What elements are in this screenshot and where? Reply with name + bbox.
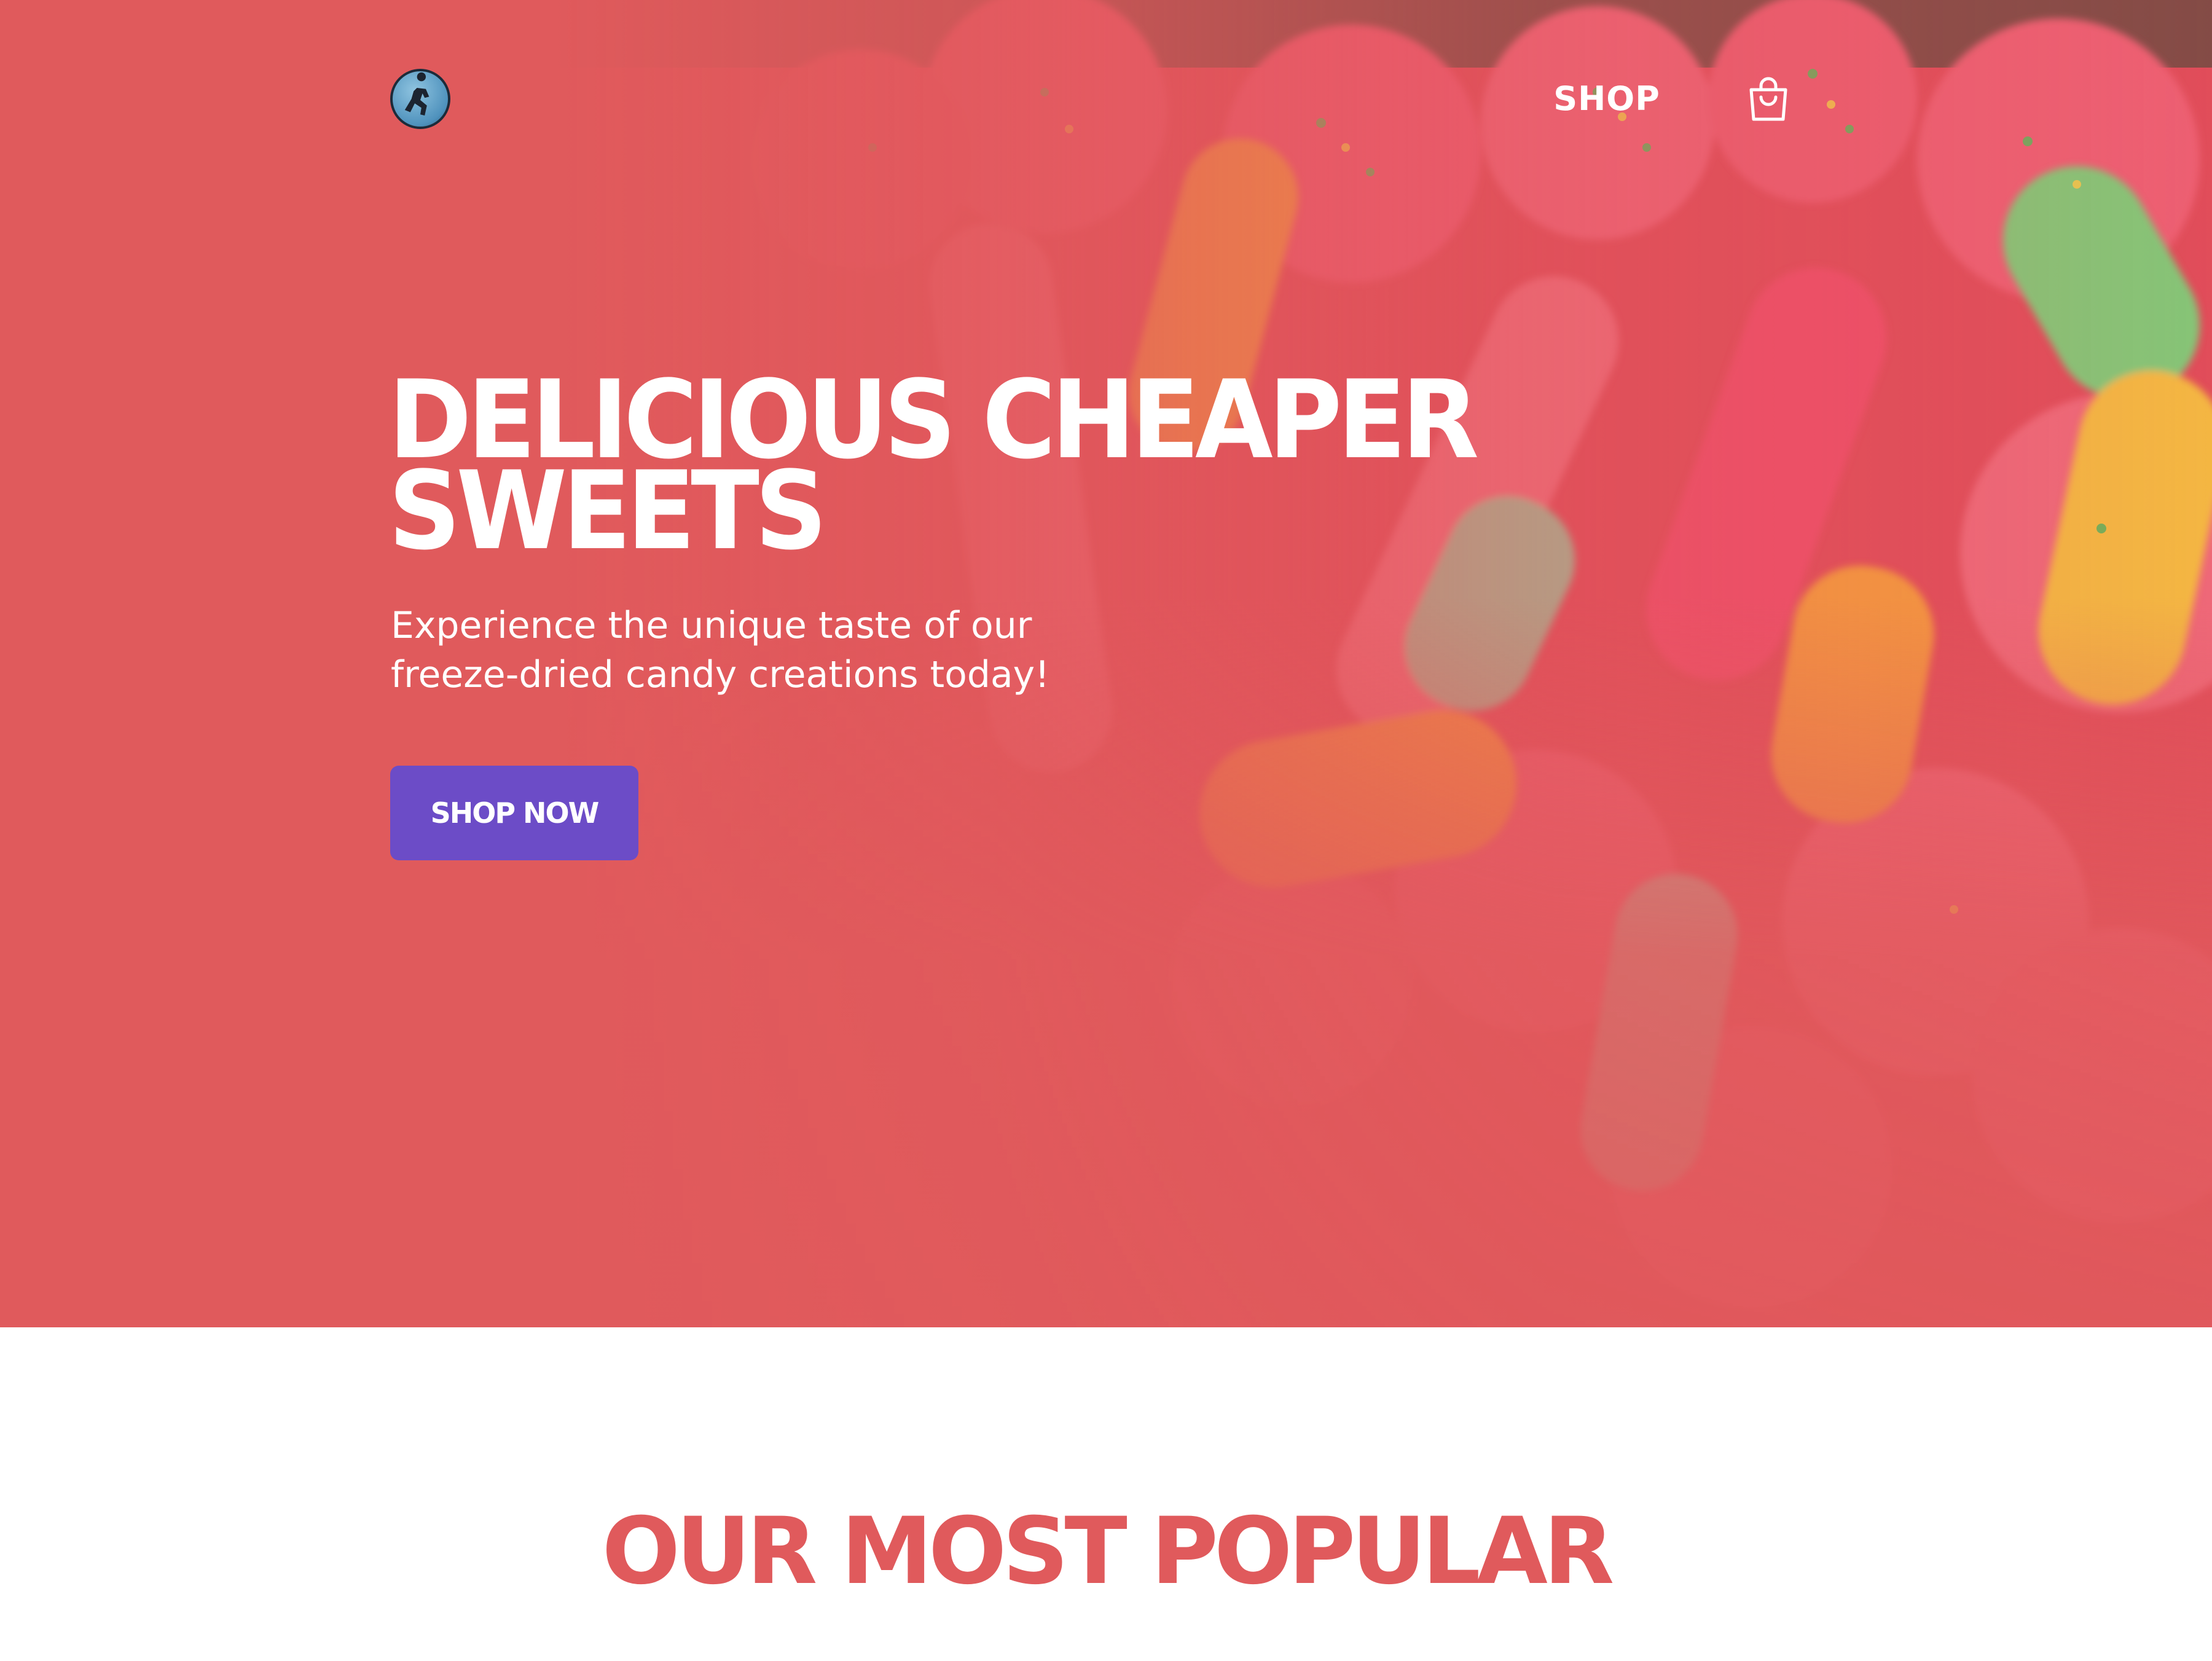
nav-shop-link[interactable]: SHOP: [1536, 77, 1677, 120]
shopping-bag-icon[interactable]: [1746, 76, 1790, 123]
shop-now-button[interactable]: SHOP NOW: [390, 766, 638, 860]
hero-title: DELICIOUS CHEAPER SWEETS: [388, 366, 1531, 565]
section-title-popular: OUR MOST POPULAR: [602, 1498, 1615, 1605]
runner-logo-icon[interactable]: [390, 69, 450, 129]
hero-subtitle: Experience the unique taste of our freez…: [391, 601, 1190, 699]
hero-subtitle-line2: freeze-dried candy creations today!: [391, 653, 1050, 696]
hero-title-line2: SWEETS: [388, 448, 827, 574]
hero-subtitle-line1: Experience the unique taste of our: [391, 604, 1032, 647]
